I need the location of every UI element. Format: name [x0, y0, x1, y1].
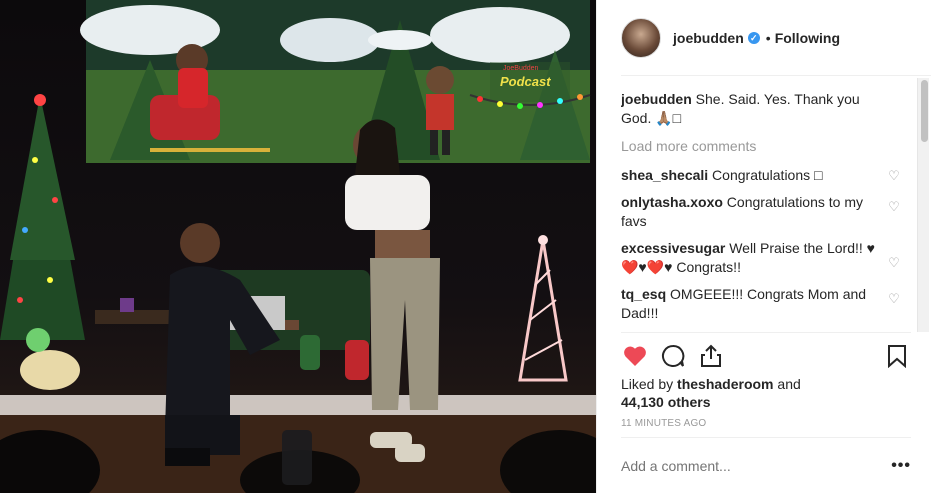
screen-brand-text: JoeBudden	[503, 65, 539, 72]
comment-item: shea_shecali Congratulations □ ♡	[621, 166, 917, 185]
likes-prefix: Liked by	[621, 376, 678, 392]
comment-item: tq_esq OMGEEE!!! Congrats Mom and Dad!!!…	[621, 285, 917, 323]
post-timestamp[interactable]: 11 MINUTES AGO	[621, 418, 706, 429]
comment-text: Congratulations □	[708, 167, 823, 183]
small-heart-icon[interactable]: ♡	[887, 168, 901, 184]
likes-and: and	[773, 376, 801, 392]
like-heart-icon[interactable]	[621, 342, 649, 370]
share-icon[interactable]	[697, 342, 725, 370]
avatar[interactable]	[621, 17, 661, 58]
action-bar	[621, 332, 911, 378]
caption-username[interactable]: joebudden	[621, 91, 692, 107]
load-more-comments-button[interactable]: Load more comments	[621, 138, 917, 154]
post-photo[interactable]: JoeBudden Podcast	[0, 0, 596, 493]
small-heart-icon[interactable]: ♡	[887, 255, 901, 271]
add-comment-input[interactable]	[621, 457, 892, 474]
post-header: joebudden ✓ • Following	[597, 0, 931, 76]
screen-podcast-text: Podcast	[500, 74, 551, 89]
comment-item: onlytasha.xoxo Congratulations to my fav…	[621, 193, 917, 231]
proposal-photo: JoeBudden Podcast	[0, 0, 596, 493]
bookmark-icon[interactable]	[883, 342, 911, 370]
likes-count[interactable]: 44,130 others	[621, 394, 711, 410]
scrollbar-thumb[interactable]	[921, 80, 928, 142]
add-comment-bar: •••	[621, 437, 911, 493]
comments-list: joebudden She. Said. Yes. Thank you God.…	[621, 90, 917, 332]
separator-dot: •	[765, 29, 771, 46]
small-heart-icon[interactable]: ♡	[887, 291, 901, 307]
comment-icon[interactable]	[659, 342, 687, 370]
following-button[interactable]: Following	[775, 30, 840, 46]
liked-by-user[interactable]: theshaderoom	[677, 376, 773, 392]
more-options-icon[interactable]: •••	[891, 457, 911, 475]
comment-username[interactable]: excessivesugar	[621, 240, 725, 256]
small-heart-icon[interactable]: ♡	[887, 199, 901, 215]
comment-username[interactable]: tq_esq	[621, 286, 666, 302]
comment-username[interactable]: shea_shecali	[621, 167, 708, 183]
comments-scrollbar[interactable]	[917, 78, 929, 332]
post-side-panel: joebudden ✓ • Following joebudden She. S…	[596, 0, 931, 493]
verified-badge-icon: ✓	[747, 31, 760, 44]
caption: joebudden She. Said. Yes. Thank you God.…	[621, 90, 917, 128]
likes-summary: Liked by theshaderoom and 44,130 others	[621, 375, 861, 411]
comment-item: excessivesugar Well Praise the Lord!! ♥❤…	[621, 239, 917, 277]
comment-username[interactable]: onlytasha.xoxo	[621, 194, 723, 210]
username-link[interactable]: joebudden	[673, 30, 744, 46]
